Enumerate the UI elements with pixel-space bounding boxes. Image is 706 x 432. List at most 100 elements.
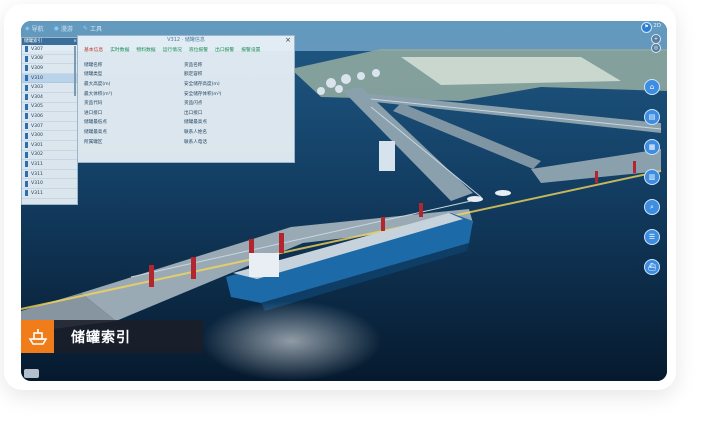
tank-list-item[interactable]: V311 xyxy=(22,170,77,180)
tank-icon xyxy=(25,142,28,149)
screenshot-card: ◈ 导航 ◉ 漫游 ✎ 工具 储罐索引 × V307 V308 V309 V310 V303 V… xyxy=(4,4,676,390)
app-viewport: ◈ 导航 ◉ 漫游 ✎ 工具 储罐索引 × V307 V308 V309 V310 V303 V… xyxy=(21,21,667,381)
field-label: 出口接口 xyxy=(184,110,203,116)
tank-info-title: V312 · 储罐信息 xyxy=(167,37,205,43)
tank-icon xyxy=(25,132,28,139)
tank-icon xyxy=(25,113,28,120)
ship-icon: ⛴ xyxy=(647,263,657,271)
tank-icon xyxy=(25,46,28,53)
tank-icon xyxy=(25,84,28,91)
info-tab[interactable]: 报警设置 xyxy=(241,46,260,53)
factory-icon: ▥ xyxy=(648,173,656,181)
nav-icon: ◈ xyxy=(25,24,30,32)
field-label: 储罐最高点 xyxy=(184,120,207,126)
ship-icon xyxy=(28,328,47,345)
ship-tool-button[interactable]: ⛴ xyxy=(644,259,660,275)
info-row: 最大体积(m³) 安全储存体积(m³) xyxy=(84,89,284,99)
view-mode-toggle[interactable]: 2D xyxy=(653,23,661,29)
tank-info-panel: V312 · 储罐信息 × 基本信息 实时数据 物料数据 运行情况 液位报警 出口报警 报警… xyxy=(77,35,295,163)
info-row: 储罐最低点 储罐最高点 xyxy=(84,118,284,128)
tank-icon xyxy=(25,65,28,72)
info-tab[interactable]: 出口报警 xyxy=(215,46,234,53)
tank-list-item[interactable]: V303 xyxy=(22,83,77,93)
building-tool-button[interactable]: ▦ xyxy=(644,139,660,155)
tank-list-scrollbar[interactable] xyxy=(74,46,76,96)
tank-icon xyxy=(25,180,28,187)
tank-list-item[interactable]: V307 xyxy=(22,122,77,132)
top-toolbar: ◈ 导航 ◉ 漫游 ✎ 工具 xyxy=(21,21,667,35)
minimap-toggle[interactable] xyxy=(24,369,39,378)
chart-tool-button[interactable]: ▤ xyxy=(644,109,660,125)
field-label: 货品闪点 xyxy=(184,101,203,107)
compass-icon[interactable]: ◎ xyxy=(651,43,661,53)
tank-list-item[interactable]: V307 xyxy=(22,45,77,55)
nav-menu-button[interactable]: ◈ 导航 xyxy=(25,24,44,33)
tank-icon xyxy=(25,190,28,197)
tank-icon xyxy=(25,151,28,158)
tank-icon xyxy=(25,161,28,168)
field-label: 联系人电话 xyxy=(184,139,207,145)
list-tool-button[interactable]: ☰ xyxy=(644,229,660,245)
tank-list-item[interactable]: V311 xyxy=(22,160,77,170)
info-field-grid: 储罐名称 货品名称储罐类型 额定容积最大高度(m) 安全储存高度(m) 最大体积(m³)… xyxy=(84,60,284,146)
roam-icon: ◉ xyxy=(53,24,59,32)
field-label: 储罐名称 xyxy=(84,62,103,68)
info-row: 进口接口 出口接口 xyxy=(84,108,284,118)
tank-list-item[interactable]: V306 xyxy=(22,112,77,122)
tank-icon xyxy=(25,55,28,62)
field-label: 最大高度(m) xyxy=(84,81,111,87)
tank-list-item[interactable]: V301 xyxy=(22,141,77,151)
info-row: 货品代码 货品闪点 xyxy=(84,98,284,108)
tank-icon xyxy=(25,94,28,101)
field-label: 进口接口 xyxy=(84,110,103,116)
building-icon: ▦ xyxy=(648,143,656,151)
tank-icon xyxy=(25,103,28,110)
tank-list-item[interactable]: V310 xyxy=(22,73,77,84)
info-tab[interactable]: 基本信息 xyxy=(84,46,103,53)
field-label: 储罐类型 xyxy=(84,72,103,78)
tank-list: V307 V308 V309 V310 V303 V304 V305 V306 V307 V300… xyxy=(22,45,77,199)
tank-icon xyxy=(25,123,28,130)
user-icon[interactable]: ⚑ xyxy=(641,22,652,33)
info-row: 最大高度(m) 安全储存高度(m) xyxy=(84,79,284,89)
roam-menu-button[interactable]: ◉ 漫游 xyxy=(54,24,73,33)
home-tool-button[interactable]: ⌂ xyxy=(644,79,660,95)
search-icon: ⌕ xyxy=(650,203,654,211)
caption-title: 储罐索引 xyxy=(71,330,131,346)
tank-list-item[interactable]: V309 xyxy=(22,64,77,74)
field-label: 安全储存体积(m³) xyxy=(184,91,222,97)
tank-icon xyxy=(25,171,28,178)
info-tab[interactable]: 液位报警 xyxy=(189,46,208,53)
tank-list-item[interactable]: V302 xyxy=(22,151,77,161)
tank-list-item[interactable]: V304 xyxy=(22,93,77,103)
field-label: 安全储存高度(m) xyxy=(184,81,220,87)
info-row: 储罐最高点 联系人姓名 xyxy=(84,127,284,137)
field-label: 货品名称 xyxy=(184,62,203,68)
tank-list-item[interactable]: V310 xyxy=(22,179,77,189)
ship-badge-icon xyxy=(21,320,54,353)
tank-icon xyxy=(25,75,28,82)
info-tab[interactable]: 运行情况 xyxy=(163,46,182,53)
info-row: 储罐类型 额定容积 xyxy=(84,70,284,80)
search-tool-button[interactable]: ⌕ xyxy=(644,199,660,215)
wrench-icon: ✎ xyxy=(82,24,88,32)
home-icon: ⌂ xyxy=(649,83,655,91)
info-row: 所属罐区 联系人电话 xyxy=(84,137,284,147)
close-icon[interactable]: × xyxy=(285,37,291,44)
field-label: 储罐最低点 xyxy=(84,120,107,126)
info-tab[interactable]: 实时数据 xyxy=(110,46,129,53)
tools-menu-button[interactable]: ✎ 工具 xyxy=(83,24,102,33)
tank-index-panel: 储罐索引 × V307 V308 V309 V310 V303 V304 V305 V306 V… xyxy=(21,37,78,205)
factory-tool-button[interactable]: ▥ xyxy=(644,169,660,185)
tank-list-item[interactable]: V311 xyxy=(22,189,77,199)
tank-list-item[interactable]: V308 xyxy=(22,55,77,65)
feature-caption: 储罐索引 xyxy=(21,320,203,353)
field-label: 货品代码 xyxy=(84,101,103,107)
tank-index-header: 储罐索引 × xyxy=(22,38,77,45)
tank-list-item[interactable]: V300 xyxy=(22,131,77,141)
field-label: 最大体积(m³) xyxy=(84,91,113,97)
info-tab[interactable]: 物料数据 xyxy=(136,46,155,53)
field-label: 联系人姓名 xyxy=(184,129,207,135)
tank-list-item[interactable]: V305 xyxy=(22,103,77,113)
field-label: 额定容积 xyxy=(184,72,203,78)
